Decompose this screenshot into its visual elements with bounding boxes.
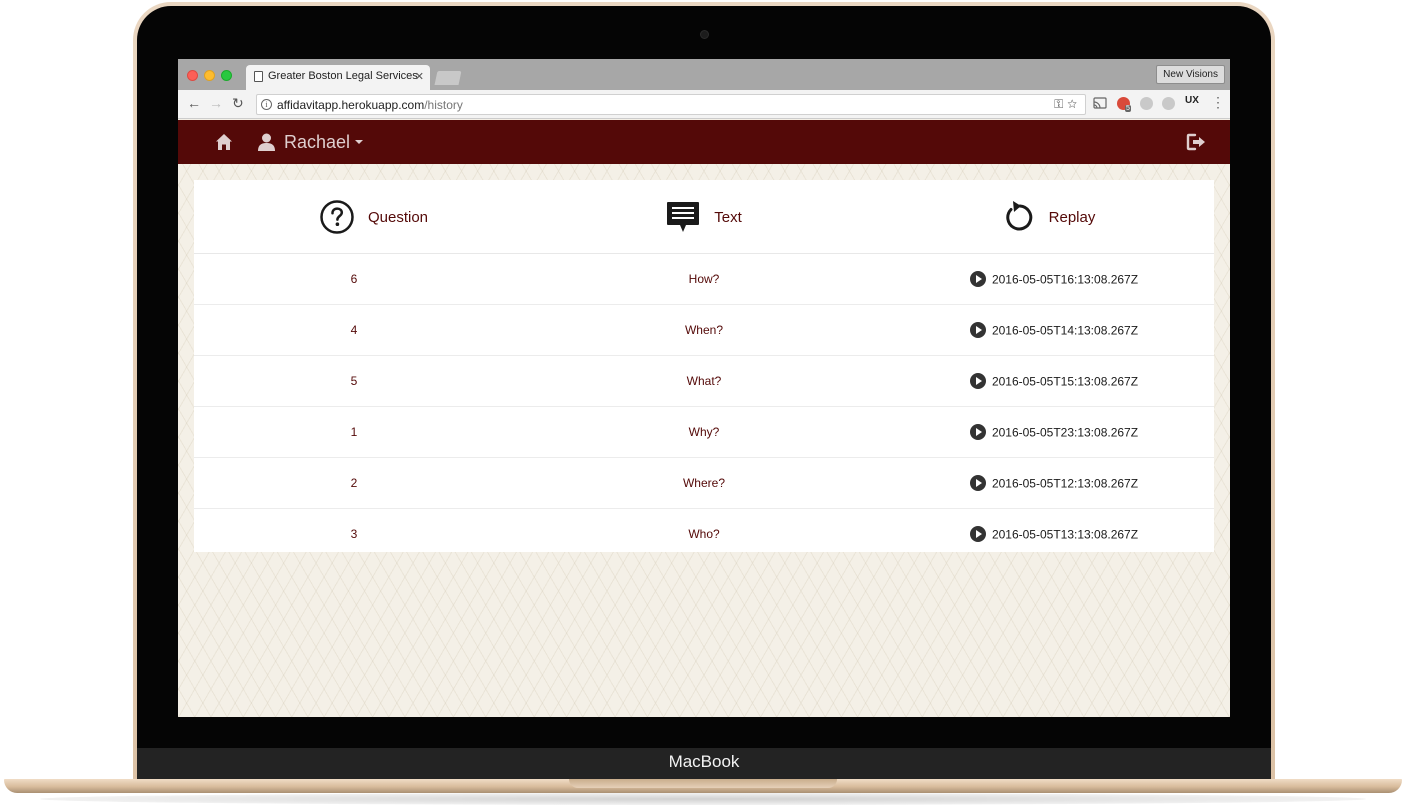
address-bar[interactable]: i affidavitapp.herokuapp.com/history ⚿☆ xyxy=(256,94,1086,115)
history-table: Question Text Replay 6 How? 2016-05-05T1… xyxy=(194,180,1214,552)
extension-icon[interactable] xyxy=(1162,97,1175,110)
laptop-mockup: MacBook Greater Boston Legal Services ✕ … xyxy=(0,0,1405,812)
question-number: 2 xyxy=(350,476,358,490)
bookmark-star-icon[interactable]: ☆ xyxy=(1067,97,1081,111)
replay-timestamp: 2016-05-05T12:13:08.267Z xyxy=(991,476,1139,491)
forward-icon[interactable]: → xyxy=(209,96,223,110)
header-replay-label: Replay xyxy=(1048,208,1096,226)
table-row: 5 What? 2016-05-05T15:13:08.267Z xyxy=(194,356,1214,407)
table-header: Question Text Replay xyxy=(194,180,1214,254)
play-icon[interactable] xyxy=(969,525,986,542)
table-row: 1 Why? 2016-05-05T23:13:08.267Z xyxy=(194,407,1214,458)
question-number: 3 xyxy=(350,527,358,541)
ux-extension-icon[interactable]: UX xyxy=(1185,95,1199,106)
question-text: What? xyxy=(686,374,722,388)
browser-tab[interactable]: Greater Boston Legal Services ✕ xyxy=(246,65,430,90)
question-number: 4 xyxy=(350,323,358,337)
window-minimize-button[interactable] xyxy=(204,70,215,81)
header-question: Question xyxy=(254,180,494,254)
question-text: How? xyxy=(688,272,720,286)
header-replay: Replay xyxy=(929,180,1169,254)
replay-cell: 2016-05-05T23:13:08.267Z xyxy=(894,407,1214,458)
tab-title: Greater Boston Legal Services xyxy=(268,70,418,82)
browser-toolbar: ← → ↻ i affidavitapp.herokuapp.com/histo… xyxy=(178,90,1230,119)
question-text: Where? xyxy=(682,476,726,490)
key-icon[interactable]: ⚿ xyxy=(1054,97,1067,111)
replay-timestamp: 2016-05-05T16:13:08.267Z xyxy=(991,272,1139,287)
replay-cell: 2016-05-05T13:13:08.267Z xyxy=(894,509,1214,560)
replay-timestamp: 2016-05-05T23:13:08.267Z xyxy=(991,425,1139,440)
play-icon[interactable] xyxy=(969,270,986,287)
cast-icon[interactable] xyxy=(1093,97,1107,109)
reload-icon[interactable]: ↻ xyxy=(232,96,244,110)
info-icon[interactable]: i xyxy=(261,99,272,110)
app-navbar: Rachael xyxy=(178,120,1230,164)
user-icon xyxy=(258,133,275,151)
replay-cell: 2016-05-05T12:13:08.267Z xyxy=(894,458,1214,509)
laptop-shadow xyxy=(40,793,1366,805)
logout-icon[interactable] xyxy=(1186,133,1206,151)
play-icon[interactable] xyxy=(969,423,986,440)
table-row: 6 How? 2016-05-05T16:13:08.267Z xyxy=(194,254,1214,305)
replay-cell: 2016-05-05T16:13:08.267Z xyxy=(894,254,1214,305)
back-icon[interactable]: ← xyxy=(187,96,201,110)
window-zoom-button[interactable] xyxy=(221,70,232,81)
play-icon[interactable] xyxy=(969,321,986,338)
extension-badge: 5 xyxy=(1125,105,1131,112)
caret-down-icon xyxy=(355,140,364,144)
table-row: 2 Where? 2016-05-05T12:13:08.267Z xyxy=(194,458,1214,509)
replay-timestamp: 2016-05-05T15:13:08.267Z xyxy=(991,374,1139,389)
menu-icon[interactable]: ⋮ xyxy=(1211,95,1225,109)
page-icon xyxy=(254,71,263,82)
replay-timestamp: 2016-05-05T13:13:08.267Z xyxy=(991,527,1139,542)
page: Rachael Question Text Replay 6 How? 2016… xyxy=(178,120,1230,717)
new-tab-button[interactable] xyxy=(434,71,462,85)
laptop-notch xyxy=(569,779,837,788)
header-text-label: Text xyxy=(714,208,742,226)
replay-icon xyxy=(1005,201,1032,231)
screen: Greater Boston Legal Services ✕ New Visi… xyxy=(178,59,1230,717)
user-dropdown[interactable]: Rachael xyxy=(258,131,364,153)
replay-cell: 2016-05-05T14:13:08.267Z xyxy=(894,305,1214,356)
url-host: affidavitapp.herokuapp.com xyxy=(277,98,425,112)
user-name: Rachael xyxy=(284,131,351,152)
extension-icon[interactable] xyxy=(1140,97,1153,110)
camera-icon xyxy=(700,30,709,39)
window-close-button[interactable] xyxy=(187,70,198,81)
browser-tab-bar: Greater Boston Legal Services ✕ New Visi… xyxy=(178,59,1230,90)
question-circle-icon xyxy=(320,200,354,234)
question-number: 1 xyxy=(350,425,358,439)
question-number: 6 xyxy=(350,272,358,286)
laptop-brand: MacBook xyxy=(668,752,740,771)
header-question-label: Question xyxy=(367,208,429,226)
question-number: 5 xyxy=(350,374,358,388)
tab-close-icon[interactable]: ✕ xyxy=(415,70,424,83)
play-icon[interactable] xyxy=(969,372,986,389)
home-icon[interactable] xyxy=(215,133,233,151)
omnibox-actions: ⚿☆ xyxy=(1054,97,1081,112)
question-text: When? xyxy=(684,323,724,337)
table-row: 4 When? 2016-05-05T14:13:08.267Z xyxy=(194,305,1214,356)
question-text: Who? xyxy=(688,527,720,541)
play-icon[interactable] xyxy=(969,474,986,491)
comment-icon xyxy=(667,202,700,232)
header-text: Text xyxy=(584,180,824,254)
table-row: 3 Who? 2016-05-05T13:13:08.267Z xyxy=(194,509,1214,560)
profile-button[interactable]: New Visions xyxy=(1156,65,1225,84)
url-path: /history xyxy=(424,98,463,112)
replay-cell: 2016-05-05T15:13:08.267Z xyxy=(894,356,1214,407)
question-text: Why? xyxy=(688,425,720,439)
replay-timestamp: 2016-05-05T14:13:08.267Z xyxy=(991,323,1139,338)
url-text: affidavitapp.herokuapp.com/history xyxy=(277,98,463,112)
